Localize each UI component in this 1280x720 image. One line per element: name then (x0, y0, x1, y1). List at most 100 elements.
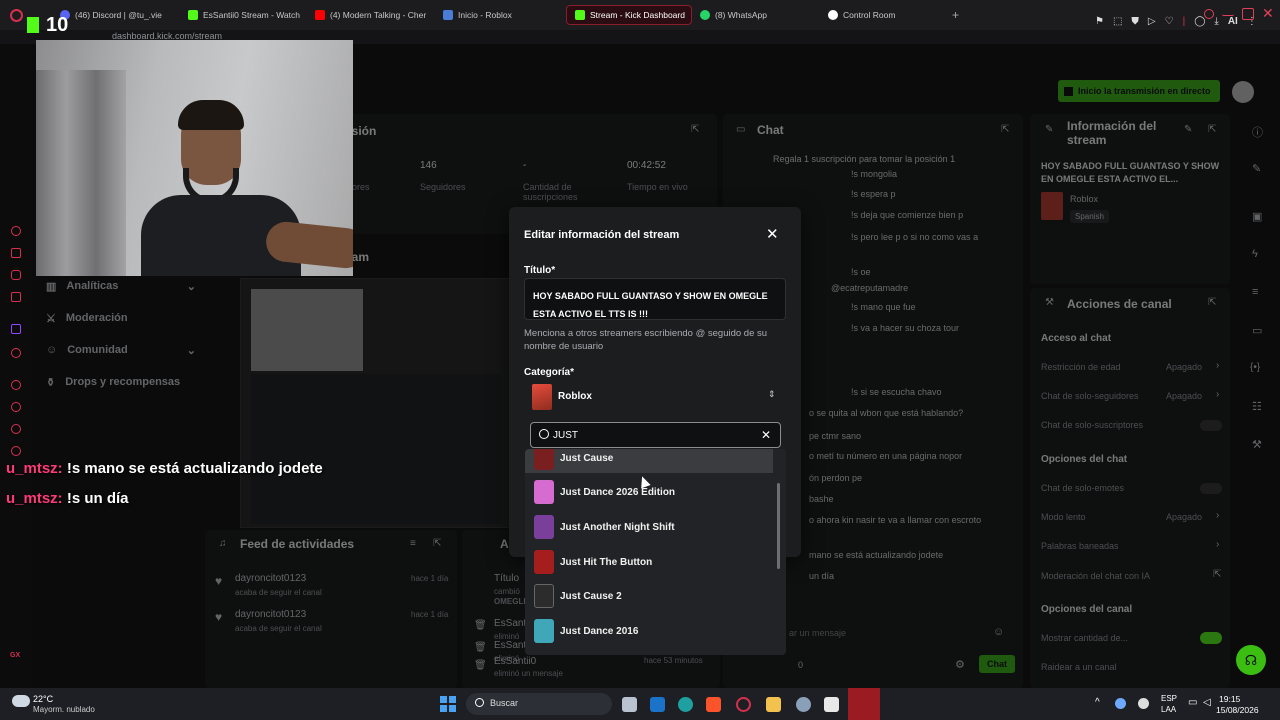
monitor-icon[interactable]: ▭ (1252, 324, 1262, 337)
title-input-value[interactable]: HOY SABADO FULL GUANTASO Y SHOW EN OMEGL… (533, 291, 768, 319)
wrench-icon[interactable]: ⚒ (1252, 438, 1262, 451)
bolt-icon[interactable]: ϟ (1252, 248, 1258, 260)
list-item[interactable]: Just Dance 2016 (525, 616, 773, 646)
weather-temp[interactable]: 22°C (33, 694, 53, 704)
language-indicator[interactable]: ESP (1161, 694, 1177, 703)
clock-date[interactable]: 15/08/2026 (1216, 705, 1259, 715)
chevron-right-icon[interactable]: › (1216, 510, 1219, 521)
store-icon[interactable] (824, 697, 839, 712)
task-view-icon[interactable] (622, 697, 637, 712)
go-live-button[interactable]: Inicio la transmisión en directo (1058, 80, 1220, 102)
tab-youtube[interactable]: (4) Modern Talking - Cher (315, 5, 433, 25)
expand-icon[interactable]: ⇱ (691, 124, 699, 135)
search-input-value[interactable]: JUST (553, 430, 578, 441)
play-icon[interactable]: ▷ (1148, 16, 1156, 27)
tray-chevron-icon[interactable]: ^ (1095, 697, 1100, 708)
sliders-icon[interactable]: ☷ (1252, 400, 1262, 413)
volume-icon[interactable]: ◁ (1203, 697, 1211, 708)
chevron-right-icon[interactable]: › (1216, 389, 1219, 400)
twitch-icon[interactable] (11, 324, 21, 334)
language-sub[interactable]: LAA (1161, 705, 1176, 714)
toggle-on[interactable] (1200, 632, 1222, 644)
chevron-right-icon[interactable]: › (1216, 360, 1219, 371)
emoji-icon[interactable]: ☺ (993, 626, 1004, 638)
tab-kick-watch[interactable]: EsSantii0 Stream - Watch L (188, 5, 303, 25)
history-icon[interactable] (11, 226, 21, 236)
close-icon[interactable]: ✕ (766, 225, 779, 243)
play-circle-icon[interactable] (11, 380, 21, 390)
shield-icon[interactable]: ⛊ (1131, 16, 1139, 27)
browser-menu-icon[interactable] (10, 9, 23, 22)
list-item[interactable]: Just Hit The Button (525, 547, 773, 577)
list-icon[interactable]: ≡ (1252, 286, 1258, 298)
tab-kick-dashboard[interactable]: Stream - Kick Dashboard (566, 5, 692, 25)
row-value[interactable]: Apagado (1166, 391, 1202, 401)
taskbar-search-placeholder[interactable]: Buscar (490, 698, 518, 708)
expand-icon[interactable]: ⇱ (1208, 297, 1216, 308)
avatar[interactable] (1232, 81, 1254, 103)
edit-icon[interactable]: ✎ (1184, 124, 1192, 135)
taskbar-search[interactable]: Buscar (466, 693, 612, 715)
expand-icon[interactable]: ⇱ (1001, 124, 1009, 135)
chat-input-placeholder[interactable]: ar un mensaje (789, 628, 846, 638)
chat-bubble-icon[interactable] (11, 424, 21, 434)
more-icon[interactable]: ⋮ (1247, 16, 1257, 27)
screenshot-icon[interactable]: ⬚ (1113, 16, 1122, 27)
chevron-right-icon[interactable]: › (1216, 539, 1219, 550)
heart-icon[interactable]: ♡ (1165, 16, 1174, 27)
ai-icon[interactable]: AI (1228, 16, 1238, 27)
toggle-off[interactable] (1200, 483, 1222, 494)
clock-time[interactable]: 19:15 (1219, 694, 1240, 704)
tray-app-icon[interactable] (1115, 698, 1126, 709)
code-icon[interactable]: {•} (1250, 362, 1260, 373)
toggle-off[interactable] (1200, 420, 1222, 431)
sidebar-item-community[interactable]: ☺ Comunidad ⌄ (46, 344, 196, 357)
steam-icon[interactable] (796, 697, 811, 712)
row-value[interactable]: Apagado (1166, 362, 1202, 372)
bookmark-icon[interactable]: ⚑ (1095, 16, 1104, 27)
gear-icon[interactable]: ⚙ (955, 658, 965, 671)
folder-icon[interactable] (766, 697, 781, 712)
percent-icon[interactable] (11, 348, 21, 358)
clock-icon[interactable] (11, 402, 21, 412)
expand-icon[interactable]: ⇱ (1208, 124, 1216, 135)
mail-icon[interactable] (11, 292, 21, 302)
minimize-icon[interactable] (1222, 8, 1234, 16)
scrollbar[interactable] (777, 483, 780, 569)
tab-roblox[interactable]: Inicio - Roblox (443, 5, 558, 25)
expand-icon[interactable]: ⇱ (433, 538, 441, 549)
network-icon[interactable]: ▭ (1188, 697, 1197, 708)
category-select[interactable]: Roblox ⇕ (524, 381, 786, 411)
start-button[interactable] (440, 696, 456, 712)
close-window-icon[interactable]: ✕ (1262, 5, 1274, 22)
pencil-icon[interactable]: ✎ (1252, 162, 1261, 175)
layout-icon[interactable]: ▣ (1252, 210, 1262, 223)
filter-icon[interactable]: ≡ (410, 538, 416, 549)
calendar-icon[interactable] (11, 248, 21, 258)
opera-gx-icon[interactable] (736, 697, 751, 712)
list-item[interactable]: Just Another Night Shift (525, 512, 773, 542)
category-search-input[interactable]: JUST ✕ (530, 422, 781, 448)
weather-desc[interactable]: Mayorm. nublado (33, 705, 95, 714)
sidebar-item-analytics[interactable]: ▥ Analíticas ⌄ (46, 280, 196, 293)
sidebar-item-moderation[interactable]: ⚔ Moderación (46, 312, 196, 325)
tab-discord[interactable]: (46) Discord | @tu_.vie (60, 5, 178, 25)
profile-icon[interactable]: ◯ (1194, 16, 1205, 27)
help-button[interactable]: ☊ (1236, 645, 1266, 675)
chat-send-button[interactable]: Chat (979, 655, 1015, 673)
tray-app-icon[interactable] (1138, 698, 1149, 709)
download-icon[interactable]: ⤓ (1214, 16, 1218, 27)
clear-search-icon[interactable]: ✕ (761, 428, 771, 442)
brave-icon[interactable] (706, 697, 721, 712)
list-item[interactable]: Just Cause 2 (525, 581, 773, 611)
settings-icon[interactable] (11, 446, 21, 456)
tab-control-room[interactable]: Control Room (828, 5, 946, 25)
new-tab-button[interactable]: + (952, 8, 959, 22)
instagram-icon[interactable] (11, 270, 21, 280)
gx-icon[interactable]: GX (10, 652, 20, 659)
external-link-icon[interactable]: ⇱ (1213, 569, 1221, 580)
row-value[interactable]: Apagado (1166, 512, 1202, 522)
info-icon[interactable]: ⓘ (1252, 124, 1263, 140)
tab-whatsapp[interactable]: (8) WhatsApp (700, 5, 810, 25)
list-item[interactable]: Just Cause (525, 449, 773, 473)
